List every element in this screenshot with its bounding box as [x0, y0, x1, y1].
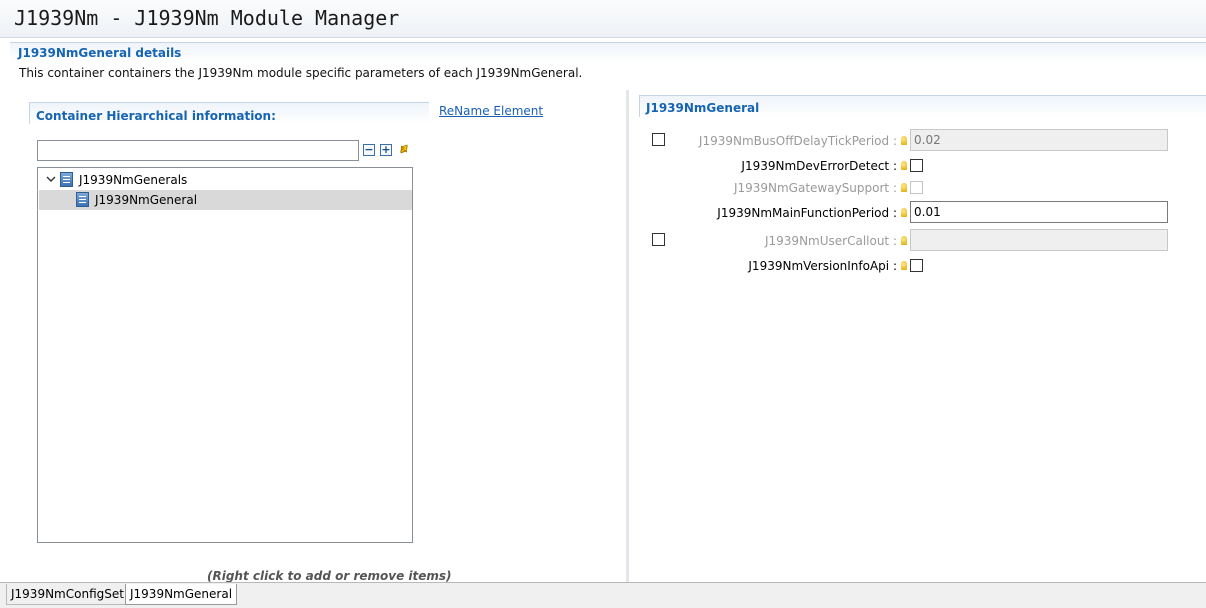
editor-tab-bar: J1939NmConfigSet J1939NmGeneral	[0, 582, 1206, 608]
editor-title-bar: J1939Nm - J1939Nm Module Manager	[0, 0, 1206, 38]
main-function-period-label: J1939NmMainFunctionPeriod :	[717, 206, 897, 220]
dev-error-detect-label: J1939NmDevErrorDetect :	[741, 159, 897, 173]
details-header-title: J1939NmGeneral details	[18, 46, 182, 60]
gateway-support-checkbox[interactable]	[910, 181, 923, 194]
container-tree[interactable]: J1939NmGenerals J1939NmGeneral	[37, 167, 413, 543]
expand-all-icon[interactable]: +	[380, 144, 392, 156]
tree-node-root[interactable]: J1939NmGenerals	[39, 170, 412, 190]
enable-bus-off-delay-checkbox[interactable]	[652, 133, 665, 146]
main-function-period-field[interactable]	[910, 201, 1168, 223]
user-callout-field[interactable]	[910, 229, 1168, 251]
lightbulb-icon	[901, 236, 907, 245]
hierarchy-group-header: Container Hierarchical information:	[29, 102, 429, 124]
rename-element-link[interactable]: ReName Element	[439, 104, 543, 118]
tree-node-label: J1939NmGenerals	[79, 173, 188, 187]
lightbulb-icon	[901, 208, 907, 217]
bus-off-delay-field[interactable]	[910, 129, 1168, 151]
tab-j1939nm-general[interactable]: J1939NmGeneral	[125, 584, 238, 605]
collapse-all-icon[interactable]: −	[363, 144, 375, 156]
lightbulb-icon	[901, 161, 907, 170]
enable-user-callout-checkbox[interactable]	[652, 233, 665, 246]
chevron-down-icon[interactable]	[46, 174, 56, 184]
properties-header: J1939NmGeneral	[639, 95, 1206, 117]
tree-filter-input[interactable]	[37, 140, 359, 161]
version-info-api-checkbox[interactable]	[910, 259, 923, 272]
lightbulb-icon	[901, 183, 907, 192]
container-icon	[76, 192, 89, 207]
version-info-api-label: J1939NmVersionInfoApi :	[748, 259, 897, 273]
hierarchy-pane: Container Hierarchical information: ReNa…	[0, 90, 626, 583]
gateway-support-label: J1939NmGatewaySupport :	[733, 181, 897, 195]
details-section-header[interactable]: J1939NmGeneral details	[10, 42, 1206, 62]
user-callout-label: J1939NmUserCallout :	[764, 234, 897, 248]
lightbulb-icon	[901, 136, 907, 145]
window-title: J1939Nm - J1939Nm Module Manager	[14, 6, 400, 30]
tab-j1939nm-configset[interactable]: J1939NmConfigSet	[6, 584, 129, 605]
container-icon	[60, 172, 73, 187]
lightbulb-icon	[901, 261, 907, 270]
properties-pane: J1939NmGeneral J1939NmBusOffDelayTickPer…	[629, 90, 1206, 582]
properties-title: J1939NmGeneral	[646, 101, 760, 115]
tree-node-label: J1939NmGeneral	[95, 193, 198, 207]
details-description: This container containers the J1939Nm mo…	[19, 66, 583, 80]
dev-error-detect-checkbox[interactable]	[910, 159, 923, 172]
tree-hint: (Right click to add or remove items)	[207, 569, 452, 583]
tree-node-child-selected[interactable]: J1939NmGeneral	[39, 190, 412, 210]
sync-icon[interactable]	[396, 141, 412, 157]
bus-off-delay-label: J1939NmBusOffDelayTickPeriod :	[698, 134, 897, 148]
hierarchy-group-title: Container Hierarchical information:	[36, 109, 276, 123]
